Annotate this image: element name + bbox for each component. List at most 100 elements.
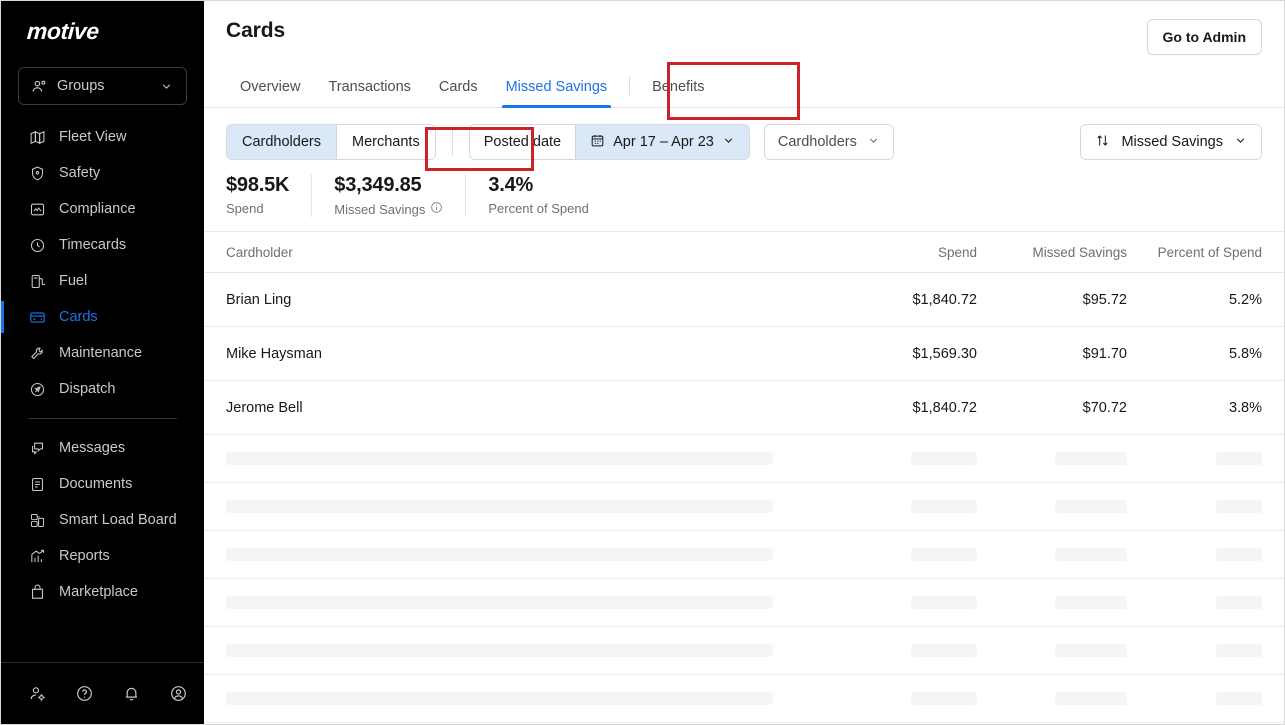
column-header-cardholder[interactable]: Cardholder — [226, 245, 827, 260]
toggle-merchants[interactable]: Merchants — [336, 125, 435, 159]
skeleton-bar-spend — [911, 596, 977, 609]
credit-card-icon — [28, 308, 46, 326]
sidebar-item-maintenance[interactable]: Maintenance — [1, 335, 204, 371]
date-range-picker[interactable]: Apr 17 – Apr 23 — [575, 125, 749, 159]
tab-bar: Overview Transactions Cards Missed Savin… — [204, 69, 1284, 108]
help-circle-icon[interactable] — [74, 683, 95, 704]
tab-missed-savings[interactable]: Missed Savings — [492, 69, 622, 108]
date-filter-group: Posted date Apr 17 – Apr 23 — [468, 124, 750, 160]
sidebar-item-label: Reports — [59, 548, 110, 564]
skeleton-bar-percent — [1216, 692, 1262, 705]
dispatch-icon — [28, 380, 46, 398]
sidebar-item-label: Dispatch — [59, 381, 116, 397]
sidebar: motive Groups Fleet View Safety Complian… — [1, 1, 204, 724]
column-header-spend[interactable]: Spend — [827, 245, 977, 260]
table-row[interactable]: Brian Ling $1,840.72 $95.72 5.2% — [204, 273, 1284, 327]
reports-chart-icon — [28, 547, 46, 565]
sidebar-item-messages[interactable]: Messages — [1, 430, 204, 466]
sidebar-item-marketplace[interactable]: Marketplace — [1, 574, 204, 610]
user-settings-icon[interactable] — [27, 683, 48, 704]
sidebar-item-smart-load-board[interactable]: Smart Load Board — [1, 502, 204, 538]
summary-stats: $98.5K Spend $3,349.85 Missed Savings 3.… — [204, 160, 1284, 231]
clock-icon — [28, 236, 46, 254]
sidebar-item-safety[interactable]: Safety — [1, 155, 204, 191]
entity-toggle-group: Cardholders Merchants — [226, 124, 436, 160]
skeleton-bar-percent — [1216, 452, 1262, 465]
sidebar-item-reports[interactable]: Reports — [1, 538, 204, 574]
stat-spend: $98.5K Spend — [226, 174, 311, 217]
skeleton-row — [204, 627, 1284, 675]
top-bar: Cards Go to Admin — [204, 1, 1284, 55]
bell-icon[interactable] — [121, 683, 142, 704]
tab-cards[interactable]: Cards — [425, 69, 492, 107]
skeleton-row — [204, 435, 1284, 483]
skeleton-bar-missed-savings — [1055, 692, 1127, 705]
brand-logo[interactable]: motive — [1, 1, 204, 61]
primary-nav: Fleet View Safety Compliance Timecards F… — [1, 117, 204, 610]
skeleton-bar-spend — [911, 500, 977, 513]
sidebar-item-label: Timecards — [59, 237, 127, 253]
groups-selector[interactable]: Groups — [18, 67, 187, 105]
sidebar-item-dispatch[interactable]: Dispatch — [1, 371, 204, 407]
stat-value: $98.5K — [226, 174, 290, 196]
sidebar-item-cards[interactable]: Cards — [1, 299, 204, 335]
cell-cardholder: Mike Haysman — [226, 345, 322, 362]
cell-cardholder: Jerome Bell — [226, 399, 303, 416]
skeleton-rows — [204, 435, 1284, 723]
table-row[interactable]: Mike Haysman $1,569.30 $91.70 5.8% — [204, 327, 1284, 381]
sidebar-item-label: Cards — [59, 309, 98, 325]
main-content: Cards Go to Admin Overview Transactions … — [204, 1, 1284, 724]
cell-percent-of-spend: 3.8% — [1228, 399, 1262, 416]
skeleton-bar-cardholder — [226, 548, 773, 561]
sidebar-item-documents[interactable]: Documents — [1, 466, 204, 502]
chevron-down-icon — [867, 134, 880, 151]
skeleton-row — [204, 579, 1284, 627]
skeleton-bar-cardholder — [226, 644, 773, 657]
sort-control[interactable]: Missed Savings — [1080, 124, 1262, 160]
skeleton-bar-cardholder — [226, 452, 773, 465]
skeleton-row — [204, 531, 1284, 579]
filter-divider — [451, 128, 453, 156]
skeleton-bar-missed-savings — [1055, 452, 1127, 465]
toggle-cardholders[interactable]: Cardholders — [227, 125, 336, 159]
stat-label: Missed Savings — [334, 201, 443, 217]
tab-overview[interactable]: Overview — [226, 69, 314, 107]
marketplace-bag-icon — [28, 583, 46, 601]
load-board-icon — [28, 511, 46, 529]
chevron-down-icon — [722, 134, 735, 151]
skeleton-bar-percent — [1216, 596, 1262, 609]
sidebar-item-fleet-view[interactable]: Fleet View — [1, 119, 204, 155]
posted-date-label[interactable]: Posted date — [469, 125, 576, 159]
groups-icon — [30, 77, 48, 95]
compliance-icon — [28, 200, 46, 218]
skeleton-bar-spend — [911, 452, 977, 465]
calendar-icon — [590, 133, 605, 152]
skeleton-bar-cardholder — [226, 500, 773, 513]
skeleton-bar-missed-savings — [1055, 548, 1127, 561]
skeleton-bar-missed-savings — [1055, 644, 1127, 657]
cards-missed-savings-page: motive Groups Fleet View Safety Complian… — [0, 0, 1285, 725]
table-row[interactable]: Jerome Bell $1,840.72 $70.72 3.8% — [204, 381, 1284, 435]
skeleton-row — [204, 483, 1284, 531]
skeleton-row — [204, 675, 1284, 723]
cardholders-filter-dropdown[interactable]: Cardholders — [763, 124, 894, 160]
sidebar-item-timecards[interactable]: Timecards — [1, 227, 204, 263]
tab-benefits[interactable]: Benefits — [638, 69, 718, 107]
info-icon[interactable] — [430, 201, 443, 217]
account-circle-icon[interactable] — [168, 683, 189, 704]
stat-label: Spend — [226, 201, 289, 216]
stat-value: $3,349.85 — [334, 174, 422, 196]
sidebar-item-label: Compliance — [59, 201, 136, 217]
messages-icon — [28, 439, 46, 457]
skeleton-bar-cardholder — [226, 596, 773, 609]
skeleton-bar-missed-savings — [1055, 500, 1127, 513]
stat-value: 3.4% — [488, 174, 534, 196]
tab-transactions[interactable]: Transactions — [314, 69, 424, 107]
sidebar-item-fuel[interactable]: Fuel — [1, 263, 204, 299]
cell-spend: $1,569.30 — [912, 345, 977, 362]
sidebar-item-compliance[interactable]: Compliance — [1, 191, 204, 227]
column-header-missed-savings[interactable]: Missed Savings — [977, 245, 1127, 260]
column-header-percent-of-spend[interactable]: Percent of Spend — [1127, 245, 1262, 260]
go-to-admin-button[interactable]: Go to Admin — [1146, 19, 1262, 55]
document-icon — [28, 475, 46, 493]
